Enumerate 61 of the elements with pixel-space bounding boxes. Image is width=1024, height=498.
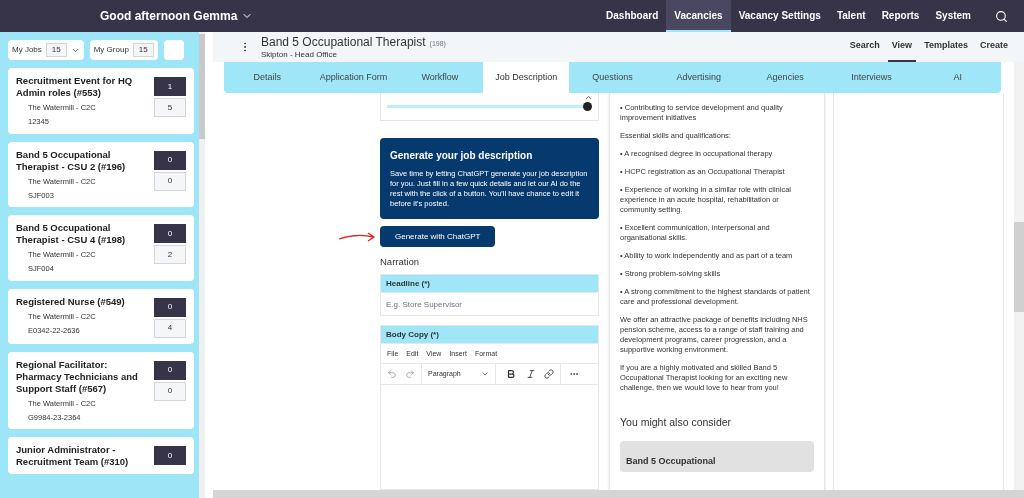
count-badge: 0 <box>154 446 186 465</box>
greeting-menu[interactable]: Good afternoon Gemma <box>100 7 254 25</box>
tab[interactable]: Details <box>224 62 311 93</box>
link-icon[interactable] <box>544 369 554 380</box>
job-card[interactable]: Junior Administrator - Recruitment Team (#310) 0 <box>8 437 194 474</box>
job-title: Registered Nurse (#549) <box>16 295 126 308</box>
slider-thumb[interactable] <box>583 102 592 111</box>
count-badge: 0 <box>154 150 186 170</box>
nav-tab[interactable]: Dashboard <box>598 0 667 32</box>
filter-label: My Group <box>93 44 129 56</box>
filter-button[interactable]: My Group 15 <box>89 40 158 60</box>
count-badge: 5 <box>154 98 186 117</box>
vacancy-location: Skipton - Head Office <box>261 49 338 60</box>
tab[interactable]: Workflow <box>396 62 483 93</box>
nav-tab[interactable]: Reports <box>873 0 928 32</box>
vacancy-title: Band 5 Occupational Therapist <box>261 34 426 50</box>
header-action[interactable]: Create <box>976 32 1012 62</box>
job-title: Recruitment Event for HQ Admin roles (#553) <box>16 75 134 99</box>
bold-icon[interactable] <box>506 369 516 380</box>
nav-tab[interactable]: Talent <box>828 0 874 32</box>
count-badge: 0 <box>154 297 186 317</box>
tab[interactable]: AI <box>914 62 1001 93</box>
generate-button[interactable]: Generate with ChatGPT <box>380 226 496 247</box>
also-consider-title: You might also consider <box>620 415 733 430</box>
count-badge: 0 <box>154 171 186 191</box>
tab[interactable]: Interviews <box>828 62 915 93</box>
italic-icon[interactable] <box>526 369 536 380</box>
filter-count: 15 <box>45 43 67 57</box>
filter-button[interactable]: My Jobs 15 <box>8 40 84 60</box>
body-copy-label: Body Copy (*) <box>380 325 599 345</box>
tab[interactable]: Questions <box>569 62 656 93</box>
job-title: Regional Facilitator: Pharmacy Technicians and Support Staff (#567) <box>16 358 139 395</box>
slider-track[interactable] <box>387 105 592 108</box>
filter-count: 15 <box>132 43 154 57</box>
header-action[interactable]: Templates <box>920 32 972 62</box>
collapse-icon[interactable] <box>584 93 593 102</box>
suggestion-card[interactable]: Band 5 Occupational <box>620 440 814 473</box>
count-badge: 4 <box>154 318 186 338</box>
promo-title: Generate your job description <box>390 149 534 163</box>
section-title: Narration <box>380 255 421 269</box>
job-title: Band 5 Occupational Therapist - CSU 4 (#198) <box>16 222 127 246</box>
job-title: Junior Administrator - Recruitment Team (#310) <box>16 444 130 468</box>
nav-tab[interactable]: Vacancies <box>666 0 731 32</box>
tab[interactable]: Job Description <box>483 62 570 93</box>
tab[interactable]: Agencies <box>741 62 829 93</box>
nav-tab[interactable]: System <box>927 0 979 32</box>
headline-input[interactable]: E.g. Store Supervisor <box>380 293 599 317</box>
job-title: Band 5 Occupational Therapist - CSU 2 (#196) <box>16 148 127 173</box>
count-badge: 0 <box>154 224 186 243</box>
count-badge: 1 <box>154 77 186 96</box>
search-icon <box>995 9 1008 23</box>
count-badge: 0 <box>154 360 186 380</box>
arrow-annotation-drawing <box>338 231 376 243</box>
tab[interactable]: Application Form <box>310 62 397 93</box>
filter-label: My Jobs <box>12 44 42 56</box>
count-badge: 0 <box>154 381 186 401</box>
headline-label: Headline (*) <box>380 274 599 294</box>
nav-tab[interactable]: Vacancy Settings <box>730 0 829 32</box>
header-action[interactable]: Search <box>845 32 884 62</box>
count-badge: 2 <box>154 245 186 264</box>
tab[interactable]: Advertising <box>655 62 742 93</box>
